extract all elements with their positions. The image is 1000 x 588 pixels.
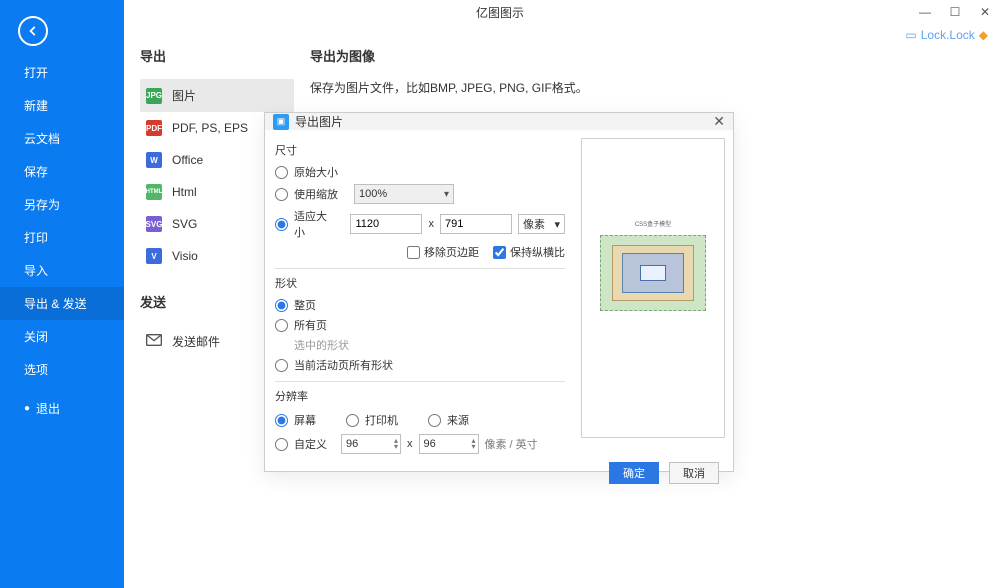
checkbox-remove-margin[interactable] <box>407 246 420 259</box>
jpg-icon: JPG <box>146 88 162 104</box>
radio-shape-allpages[interactable] <box>275 319 288 332</box>
chevron-down-icon: ▾ <box>554 218 560 231</box>
cancel-button[interactable]: 取消 <box>669 462 719 484</box>
sidebar-item-cloud[interactable]: 云文档 <box>0 122 124 155</box>
sidebar-item-new[interactable]: 新建 <box>0 89 124 122</box>
sidebar-item-saveas[interactable]: 另存为 <box>0 188 124 221</box>
radio-shape-fullpage[interactable] <box>275 299 288 312</box>
sidebar-item-export-send[interactable]: 导出 & 发送 <box>0 287 124 320</box>
dialog-close-button[interactable]: ✕ <box>713 113 725 130</box>
window-maximize-button[interactable]: ☐ <box>940 0 970 24</box>
radio-use-scale[interactable] <box>275 188 288 201</box>
radio-dpi-printer[interactable] <box>346 414 359 427</box>
visio-icon: V <box>146 248 162 264</box>
dialog-title: 导出图片 <box>295 113 343 130</box>
radio-dpi-source[interactable] <box>428 414 441 427</box>
radio-dpi-screen[interactable] <box>275 414 288 427</box>
mail-icon <box>146 334 162 349</box>
detail-title: 导出为图像 <box>310 46 980 65</box>
sidebar-item-exit[interactable]: 退出 <box>0 392 124 425</box>
shape-group-title: 形状 <box>275 275 565 291</box>
back-button[interactable] <box>18 16 48 46</box>
radio-fit-size[interactable] <box>275 218 288 231</box>
sidebar-item-open[interactable]: 打开 <box>0 56 124 89</box>
html-icon: HTML <box>146 184 162 200</box>
app-title: 亿图图示 <box>476 4 524 21</box>
height-input[interactable] <box>440 214 512 234</box>
dpi-group-title: 分辨率 <box>275 388 565 404</box>
sidebar-item-import[interactable]: 导入 <box>0 254 124 287</box>
dpi-x-input[interactable]: 96▴▾ <box>341 434 401 454</box>
ok-button[interactable]: 确定 <box>609 462 659 484</box>
window-minimize-button[interactable]: — <box>910 0 940 24</box>
word-icon: W <box>146 152 162 168</box>
dialog-app-icon: ▣ <box>273 114 289 130</box>
chevron-down-icon: ▾ <box>444 189 449 200</box>
checkbox-keep-ratio[interactable] <box>493 246 506 259</box>
radio-original-size[interactable] <box>275 166 288 179</box>
dpi-y-input[interactable]: 96▴▾ <box>419 434 479 454</box>
unit-select[interactable]: 像素▾ <box>518 214 565 234</box>
svg-icon: SVG <box>146 216 162 232</box>
export-heading: 导出 <box>140 46 294 65</box>
export-item-image[interactable]: JPG图片 <box>140 79 294 112</box>
size-group-title: 尺寸 <box>275 142 565 158</box>
width-input[interactable] <box>350 214 422 234</box>
scale-select[interactable]: 100%▾ <box>354 184 454 204</box>
sidebar-item-print[interactable]: 打印 <box>0 221 124 254</box>
window-close-button[interactable]: ✕ <box>970 0 1000 24</box>
pdf-icon: PDF <box>146 120 162 136</box>
sidebar-item-options[interactable]: 选项 <box>0 353 124 386</box>
radio-shape-currentpage[interactable] <box>275 359 288 372</box>
sidebar: 打开 新建 云文档 保存 另存为 打印 导入 导出 & 发送 关闭 选项 退出 <box>0 0 124 588</box>
sidebar-item-close[interactable]: 关闭 <box>0 320 124 353</box>
preview-pane: CSS盒子模型 <box>581 138 725 438</box>
export-image-dialog: ▣ 导出图片 ✕ 尺寸 原始大小 使用缩放 100%▾ 适应大小 <box>264 112 734 472</box>
detail-description: 保存为图片文件，比如BMP, JPEG, PNG, GIF格式。 <box>310 79 980 96</box>
sidebar-item-save[interactable]: 保存 <box>0 155 124 188</box>
radio-dpi-custom[interactable] <box>275 438 288 451</box>
